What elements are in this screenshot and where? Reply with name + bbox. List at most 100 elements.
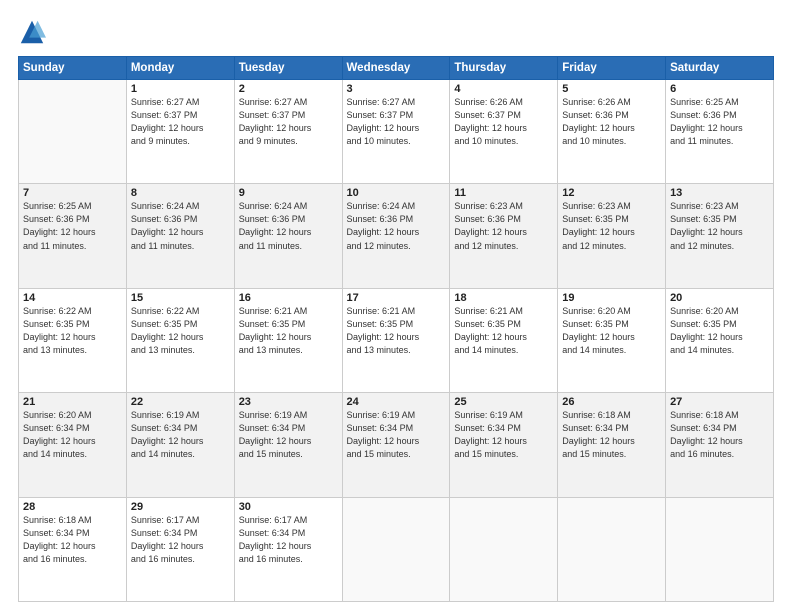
day-number: 3 [347,83,446,95]
calendar-day-cell: 26Sunrise: 6:18 AMSunset: 6:34 PMDayligh… [558,393,666,497]
calendar-day-cell: 25Sunrise: 6:19 AMSunset: 6:34 PMDayligh… [450,393,558,497]
header [18,18,774,46]
day-detail: Sunrise: 6:21 AMSunset: 6:35 PMDaylight:… [239,305,338,357]
day-number: 23 [239,396,338,408]
calendar-header-tuesday: Tuesday [234,57,342,80]
calendar-header-friday: Friday [558,57,666,80]
day-number: 20 [670,292,769,304]
calendar-day-cell: 5Sunrise: 6:26 AMSunset: 6:36 PMDaylight… [558,80,666,184]
calendar-day-cell: 10Sunrise: 6:24 AMSunset: 6:36 PMDayligh… [342,184,450,288]
calendar-day-cell: 24Sunrise: 6:19 AMSunset: 6:34 PMDayligh… [342,393,450,497]
day-number: 17 [347,292,446,304]
calendar-week-row: 7Sunrise: 6:25 AMSunset: 6:36 PMDaylight… [19,184,774,288]
calendar-day-cell: 3Sunrise: 6:27 AMSunset: 6:37 PMDaylight… [342,80,450,184]
day-number: 27 [670,396,769,408]
day-detail: Sunrise: 6:18 AMSunset: 6:34 PMDaylight:… [562,409,661,461]
calendar-week-row: 28Sunrise: 6:18 AMSunset: 6:34 PMDayligh… [19,497,774,601]
calendar-day-cell: 16Sunrise: 6:21 AMSunset: 6:35 PMDayligh… [234,288,342,392]
day-detail: Sunrise: 6:26 AMSunset: 6:37 PMDaylight:… [454,96,553,148]
calendar-day-cell [342,497,450,601]
day-number: 6 [670,83,769,95]
calendar-header-monday: Monday [126,57,234,80]
calendar-day-cell: 18Sunrise: 6:21 AMSunset: 6:35 PMDayligh… [450,288,558,392]
day-number: 29 [131,501,230,513]
day-detail: Sunrise: 6:22 AMSunset: 6:35 PMDaylight:… [23,305,122,357]
calendar-table: SundayMondayTuesdayWednesdayThursdayFrid… [18,56,774,602]
day-detail: Sunrise: 6:27 AMSunset: 6:37 PMDaylight:… [347,96,446,148]
calendar-day-cell: 22Sunrise: 6:19 AMSunset: 6:34 PMDayligh… [126,393,234,497]
day-number: 26 [562,396,661,408]
day-detail: Sunrise: 6:23 AMSunset: 6:35 PMDaylight:… [670,200,769,252]
day-number: 14 [23,292,122,304]
day-detail: Sunrise: 6:17 AMSunset: 6:34 PMDaylight:… [131,514,230,566]
calendar-day-cell: 19Sunrise: 6:20 AMSunset: 6:35 PMDayligh… [558,288,666,392]
calendar-day-cell: 2Sunrise: 6:27 AMSunset: 6:37 PMDaylight… [234,80,342,184]
calendar-day-cell: 13Sunrise: 6:23 AMSunset: 6:35 PMDayligh… [666,184,774,288]
day-detail: Sunrise: 6:27 AMSunset: 6:37 PMDaylight:… [131,96,230,148]
calendar-day-cell: 21Sunrise: 6:20 AMSunset: 6:34 PMDayligh… [19,393,127,497]
calendar-header-sunday: Sunday [19,57,127,80]
day-number: 24 [347,396,446,408]
day-number: 1 [131,83,230,95]
day-detail: Sunrise: 6:25 AMSunset: 6:36 PMDaylight:… [670,96,769,148]
calendar-day-cell: 29Sunrise: 6:17 AMSunset: 6:34 PMDayligh… [126,497,234,601]
calendar-day-cell: 6Sunrise: 6:25 AMSunset: 6:36 PMDaylight… [666,80,774,184]
calendar-day-cell [558,497,666,601]
day-detail: Sunrise: 6:18 AMSunset: 6:34 PMDaylight:… [23,514,122,566]
calendar-header-row: SundayMondayTuesdayWednesdayThursdayFrid… [19,57,774,80]
day-number: 22 [131,396,230,408]
calendar-day-cell: 11Sunrise: 6:23 AMSunset: 6:36 PMDayligh… [450,184,558,288]
day-number: 4 [454,83,553,95]
day-detail: Sunrise: 6:21 AMSunset: 6:35 PMDaylight:… [347,305,446,357]
calendar-day-cell: 27Sunrise: 6:18 AMSunset: 6:34 PMDayligh… [666,393,774,497]
day-detail: Sunrise: 6:18 AMSunset: 6:34 PMDaylight:… [670,409,769,461]
day-detail: Sunrise: 6:19 AMSunset: 6:34 PMDaylight:… [239,409,338,461]
calendar-day-cell [450,497,558,601]
calendar-week-row: 14Sunrise: 6:22 AMSunset: 6:35 PMDayligh… [19,288,774,392]
calendar-day-cell: 23Sunrise: 6:19 AMSunset: 6:34 PMDayligh… [234,393,342,497]
page: SundayMondayTuesdayWednesdayThursdayFrid… [0,0,792,612]
calendar-day-cell: 12Sunrise: 6:23 AMSunset: 6:35 PMDayligh… [558,184,666,288]
logo [18,18,50,46]
calendar-week-row: 1Sunrise: 6:27 AMSunset: 6:37 PMDaylight… [19,80,774,184]
day-number: 18 [454,292,553,304]
day-number: 5 [562,83,661,95]
day-detail: Sunrise: 6:21 AMSunset: 6:35 PMDaylight:… [454,305,553,357]
day-detail: Sunrise: 6:20 AMSunset: 6:34 PMDaylight:… [23,409,122,461]
day-number: 10 [347,187,446,199]
logo-icon [18,18,46,46]
day-detail: Sunrise: 6:19 AMSunset: 6:34 PMDaylight:… [347,409,446,461]
day-number: 21 [23,396,122,408]
calendar-day-cell: 4Sunrise: 6:26 AMSunset: 6:37 PMDaylight… [450,80,558,184]
day-number: 8 [131,187,230,199]
day-number: 2 [239,83,338,95]
day-number: 12 [562,187,661,199]
day-detail: Sunrise: 6:24 AMSunset: 6:36 PMDaylight:… [131,200,230,252]
day-detail: Sunrise: 6:23 AMSunset: 6:35 PMDaylight:… [562,200,661,252]
day-detail: Sunrise: 6:24 AMSunset: 6:36 PMDaylight:… [347,200,446,252]
day-detail: Sunrise: 6:25 AMSunset: 6:36 PMDaylight:… [23,200,122,252]
calendar-day-cell: 7Sunrise: 6:25 AMSunset: 6:36 PMDaylight… [19,184,127,288]
day-number: 30 [239,501,338,513]
day-detail: Sunrise: 6:17 AMSunset: 6:34 PMDaylight:… [239,514,338,566]
calendar-day-cell: 30Sunrise: 6:17 AMSunset: 6:34 PMDayligh… [234,497,342,601]
calendar-header-saturday: Saturday [666,57,774,80]
day-detail: Sunrise: 6:22 AMSunset: 6:35 PMDaylight:… [131,305,230,357]
calendar-day-cell: 20Sunrise: 6:20 AMSunset: 6:35 PMDayligh… [666,288,774,392]
day-number: 19 [562,292,661,304]
calendar-day-cell: 9Sunrise: 6:24 AMSunset: 6:36 PMDaylight… [234,184,342,288]
calendar-day-cell: 14Sunrise: 6:22 AMSunset: 6:35 PMDayligh… [19,288,127,392]
day-number: 28 [23,501,122,513]
day-number: 7 [23,187,122,199]
day-number: 25 [454,396,553,408]
calendar-day-cell: 17Sunrise: 6:21 AMSunset: 6:35 PMDayligh… [342,288,450,392]
day-detail: Sunrise: 6:19 AMSunset: 6:34 PMDaylight:… [131,409,230,461]
day-number: 16 [239,292,338,304]
calendar-header-thursday: Thursday [450,57,558,80]
day-detail: Sunrise: 6:20 AMSunset: 6:35 PMDaylight:… [670,305,769,357]
day-number: 11 [454,187,553,199]
day-number: 13 [670,187,769,199]
day-number: 9 [239,187,338,199]
calendar-day-cell: 1Sunrise: 6:27 AMSunset: 6:37 PMDaylight… [126,80,234,184]
calendar-day-cell: 8Sunrise: 6:24 AMSunset: 6:36 PMDaylight… [126,184,234,288]
